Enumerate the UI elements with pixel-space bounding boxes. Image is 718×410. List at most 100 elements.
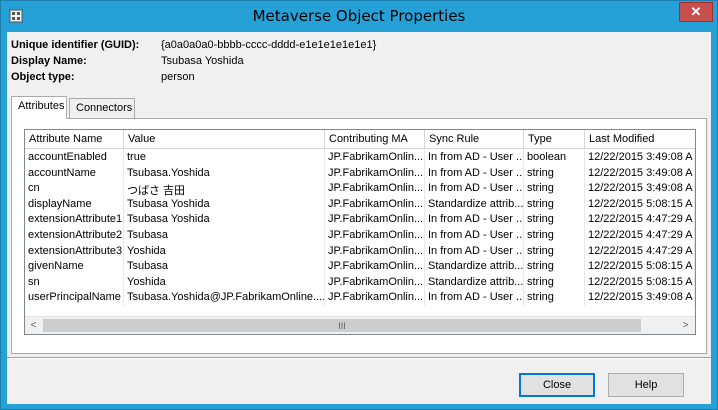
- cell-sync-rule: In from AD - User ...: [425, 181, 524, 197]
- cell-last-modified: 12/22/2015 3:49:08 A: [585, 150, 695, 166]
- title-bar[interactable]: Metaverse Object Properties ✕: [1, 1, 717, 32]
- tab-attributes-label: Attributes: [18, 100, 65, 112]
- cell-attribute-name: givenName: [25, 259, 124, 275]
- cell-sync-rule: In from AD - User ...: [425, 228, 524, 244]
- horizontal-scrollbar[interactable]: < III >: [25, 316, 695, 334]
- cell-contributing-ma: JP.FabrikamOnlin...: [325, 259, 425, 275]
- column-header-type[interactable]: Type: [524, 130, 585, 149]
- cell-attribute-name: accountEnabled: [25, 150, 124, 166]
- help-button[interactable]: Help: [608, 373, 684, 397]
- cell-attribute-name: userPrincipalName: [25, 290, 124, 306]
- guid-value: {a0a0a0a0-bbbb-cccc-dddd-e1e1e1e1e1e1}: [161, 39, 377, 51]
- guid-label: Unique identifier (GUID):: [11, 39, 140, 51]
- grid-header: Attribute Name Value Contributing MA Syn…: [25, 130, 695, 149]
- cell-type: string: [524, 196, 585, 213]
- cell-last-modified: 12/22/2015 3:49:08 A: [585, 290, 695, 306]
- table-row[interactable]: extensionAttribute3 Yoshida JP.FabrikamOnl…: [25, 243, 695, 260]
- column-header-sync-rule[interactable]: Sync Rule: [425, 130, 524, 149]
- cell-type: string: [524, 259, 585, 275]
- cell-last-modified: 12/22/2015 5:08:15 A: [585, 259, 695, 275]
- cell-last-modified: 12/22/2015 4:47:29 A: [585, 243, 695, 260]
- cell-type: string: [524, 274, 585, 291]
- cell-value: Tsubasa.Yoshida@JP.FabrikamOnline....: [124, 290, 325, 306]
- close-window-button[interactable]: ✕: [679, 2, 713, 22]
- cell-sync-rule: In from AD - User ...: [425, 165, 524, 182]
- cell-sync-rule: In from AD - User ...: [425, 290, 524, 306]
- cell-attribute-name: extensionAttribute3: [25, 243, 124, 260]
- table-row[interactable]: accountEnabled true JP.FabrikamOnlin... In …: [25, 150, 695, 166]
- cell-last-modified: 12/22/2015 3:49:08 A: [585, 181, 695, 197]
- cell-attribute-name: accountName: [25, 165, 124, 182]
- tab-connectors-label: Connectors: [76, 102, 133, 114]
- cell-last-modified: 12/22/2015 5:08:15 A: [585, 274, 695, 291]
- cell-sync-rule: Standardize attrib...: [425, 196, 524, 213]
- scrollbar-grip-icon: III: [338, 320, 346, 331]
- cell-value: つばさ 吉田: [124, 181, 325, 197]
- cell-sync-rule: In from AD - User ...: [425, 150, 524, 166]
- scroll-left-arrow-icon[interactable]: <: [25, 317, 42, 334]
- help-button-label: Help: [634, 379, 658, 391]
- cell-sync-rule: Standardize attrib...: [425, 274, 524, 291]
- cell-value: true: [124, 150, 325, 166]
- column-header-contributing-ma[interactable]: Contributing MA: [325, 130, 425, 149]
- cell-attribute-name: displayName: [25, 196, 124, 213]
- close-icon: ✕: [690, 4, 702, 19]
- table-row[interactable]: cn つばさ 吉田 JP.FabrikamOnlin... In from AD - …: [25, 181, 695, 197]
- attributes-panel: Attribute Name Value Contributing MA Syn…: [11, 118, 707, 354]
- cell-contributing-ma: JP.FabrikamOnlin...: [325, 212, 425, 228]
- cell-contributing-ma: JP.FabrikamOnlin...: [325, 181, 425, 197]
- cell-value: Tsubasa: [124, 259, 325, 275]
- close-button-label: Close: [542, 379, 572, 391]
- cell-type: string: [524, 181, 585, 197]
- cell-value: Tsubasa.Yoshida: [124, 165, 325, 182]
- dialog-window: Metaverse Object Properties ✕ Unique ide…: [0, 0, 718, 410]
- cell-value: Tsubasa Yoshida: [124, 196, 325, 213]
- cell-contributing-ma: JP.FabrikamOnlin...: [325, 274, 425, 291]
- cell-type: string: [524, 165, 585, 182]
- cell-last-modified: 12/22/2015 4:47:29 A: [585, 228, 695, 244]
- cell-type: string: [524, 228, 585, 244]
- cell-last-modified: 12/22/2015 5:08:15 A: [585, 196, 695, 213]
- dialog-client-area: Unique identifier (GUID): {a0a0a0a0-bbbb…: [7, 32, 711, 404]
- cell-contributing-ma: JP.FabrikamOnlin...: [325, 243, 425, 260]
- cell-contributing-ma: JP.FabrikamOnlin...: [325, 228, 425, 244]
- cell-last-modified: 12/22/2015 3:49:08 A: [585, 165, 695, 182]
- display-name-value: Tsubasa Yoshida: [161, 55, 244, 67]
- cell-value: Yoshida: [124, 274, 325, 291]
- table-row[interactable]: displayName Tsubasa Yoshida JP.FabrikamOnl…: [25, 196, 695, 213]
- scroll-right-arrow-icon[interactable]: >: [677, 317, 694, 334]
- table-row[interactable]: extensionAttribute2 Tsubasa JP.FabrikamOnl…: [25, 228, 695, 244]
- table-row[interactable]: extensionAttribute1 Tsubasa Yoshida JP.Fab…: [25, 212, 695, 228]
- scrollbar-thumb[interactable]: III: [43, 319, 641, 332]
- column-header-last-modified[interactable]: Last Modified: [585, 130, 695, 149]
- column-header-attribute-name[interactable]: Attribute Name: [25, 130, 124, 149]
- display-name-label: Display Name:: [11, 55, 87, 67]
- cell-contributing-ma: JP.FabrikamOnlin...: [325, 196, 425, 213]
- cell-last-modified: 12/22/2015 4:47:29 A: [585, 212, 695, 228]
- cell-contributing-ma: JP.FabrikamOnlin...: [325, 150, 425, 166]
- table-row[interactable]: sn Yoshida JP.FabrikamOnlin... Standardize …: [25, 274, 695, 291]
- tab-attributes[interactable]: Attributes: [11, 96, 67, 119]
- button-area-divider: [7, 357, 711, 359]
- cell-type: string: [524, 290, 585, 306]
- cell-attribute-name: extensionAttribute2: [25, 228, 124, 244]
- attributes-grid[interactable]: Attribute Name Value Contributing MA Syn…: [24, 129, 696, 335]
- cell-attribute-name: sn: [25, 274, 124, 291]
- cell-contributing-ma: JP.FabrikamOnlin...: [325, 165, 425, 182]
- cell-sync-rule: Standardize attrib...: [425, 259, 524, 275]
- cell-type: string: [524, 243, 585, 260]
- cell-attribute-name: cn: [25, 181, 124, 197]
- tab-connectors[interactable]: Connectors: [69, 98, 135, 118]
- table-row[interactable]: accountName Tsubasa.Yoshida JP.FabrikamOnl…: [25, 165, 695, 182]
- cell-value: Yoshida: [124, 243, 325, 260]
- close-button[interactable]: Close: [519, 373, 595, 397]
- object-type-value: person: [161, 71, 195, 83]
- cell-value: Tsubasa Yoshida: [124, 212, 325, 228]
- cell-sync-rule: In from AD - User ...: [425, 243, 524, 260]
- column-header-value[interactable]: Value: [124, 130, 325, 149]
- table-row[interactable]: userPrincipalName Tsubasa.Yoshida@JP.Fabr…: [25, 290, 695, 306]
- object-type-label: Object type:: [11, 71, 75, 83]
- cell-contributing-ma: JP.FabrikamOnlin...: [325, 290, 425, 306]
- table-row[interactable]: givenName Tsubasa JP.FabrikamOnlin... Stand…: [25, 259, 695, 275]
- window-title: Metaverse Object Properties: [252, 7, 466, 25]
